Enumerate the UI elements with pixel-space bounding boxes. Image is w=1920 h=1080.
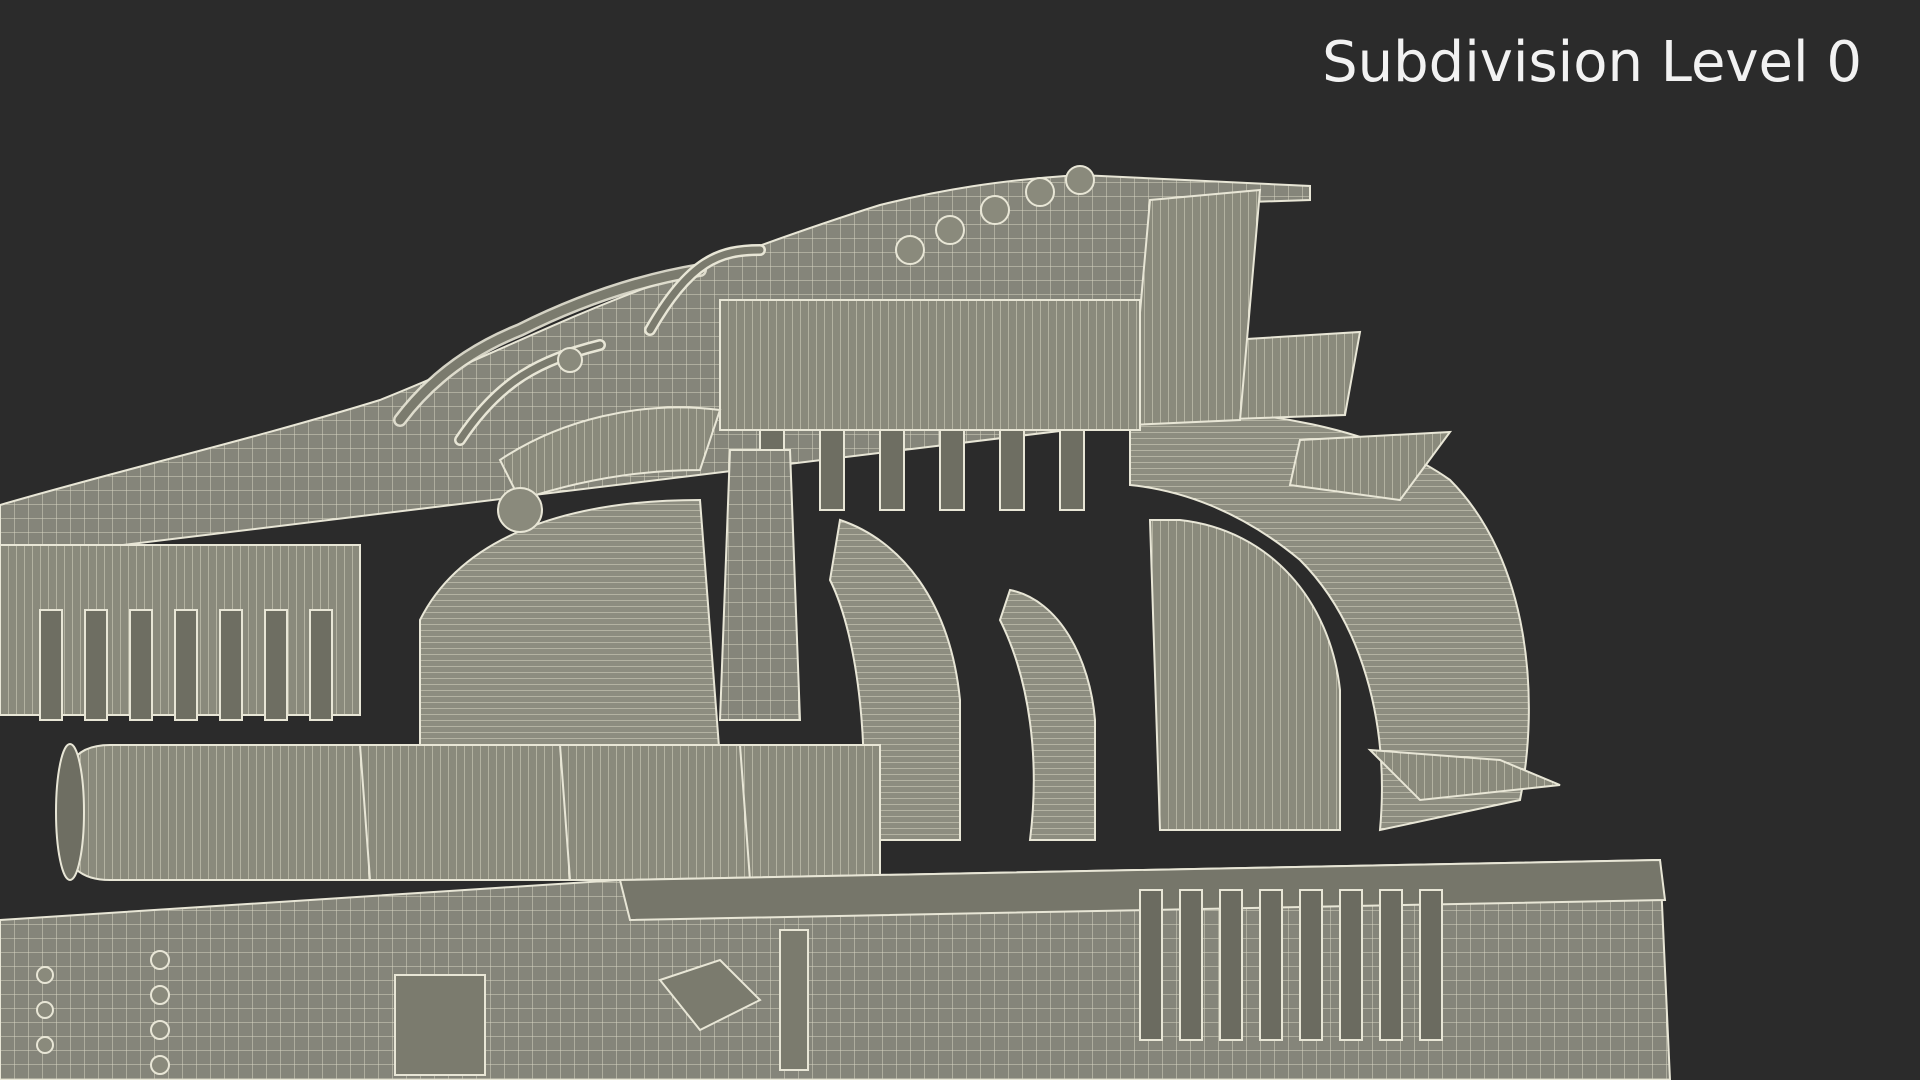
subdivision-level-label: Subdivision Level 0: [1322, 30, 1862, 95]
lower-casing: [0, 858, 1672, 1080]
render-viewport: Subdivision Level 0: [0, 0, 1920, 1080]
main-shaft: [55, 743, 881, 881]
engine-wireframe-render: [0, 165, 1672, 1080]
